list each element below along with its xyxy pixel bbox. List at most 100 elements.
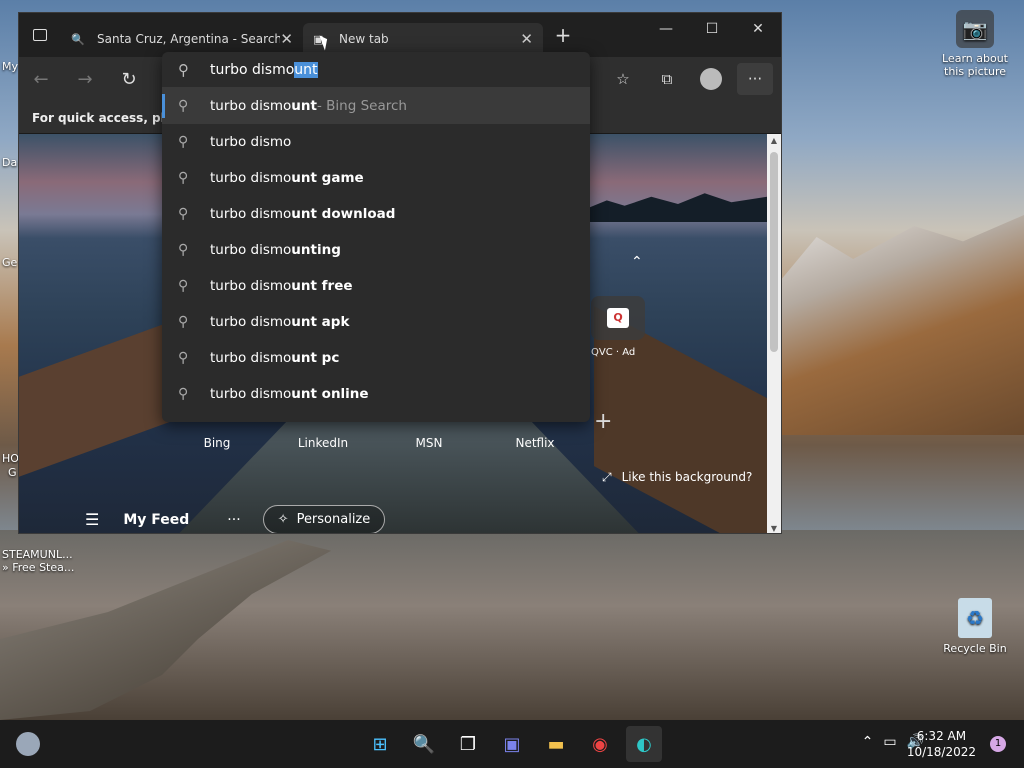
- search-icon: ⚲: [178, 350, 189, 366]
- refresh-icon[interactable]: ↻: [107, 69, 151, 90]
- search-icon: ⚲: [178, 314, 189, 330]
- search-taskbar-icon[interactable]: 🔍: [406, 726, 442, 762]
- weather-widget-icon[interactable]: [16, 732, 40, 756]
- personalize-sparkle-icon: ✧: [277, 512, 289, 527]
- add-quicklink-icon[interactable]: +: [594, 409, 612, 434]
- collapse-chevron-up-icon[interactable]: ⌃: [631, 254, 643, 270]
- steam-label-line2: » Free Stea...: [2, 561, 75, 574]
- suggestion-source: - Bing Search: [316, 98, 407, 114]
- search-icon: ⚲: [178, 170, 189, 186]
- desktop-icon-label-ge[interactable]: Ge: [2, 256, 17, 269]
- avatar-icon: [700, 68, 722, 90]
- network-icon[interactable]: ▭: [883, 734, 896, 750]
- quicklink-msn[interactable]: MSN: [376, 436, 482, 450]
- favorites-star-icon[interactable]: ☆: [605, 63, 641, 95]
- suggestion-text-plain: turbo dismo: [210, 278, 292, 294]
- wallpaper-mountain: [780, 215, 1024, 435]
- suggestion-text-bold: unt game: [291, 170, 364, 186]
- suggestion-text-plain: turbo dismo: [210, 314, 292, 330]
- page-scrollbar[interactable]: ▲ ▼: [767, 134, 781, 533]
- recycle-bin-desktop-icon[interactable]: ♻ Recycle Bin: [942, 598, 1008, 655]
- suggestion-text-bold: unt apk: [291, 314, 350, 330]
- tab-actions-button[interactable]: [19, 13, 61, 57]
- recycle-bin-label: Recycle Bin: [943, 642, 1007, 655]
- quick-links: Bing LinkedIn MSN Netflix: [164, 436, 588, 450]
- desktop-icon-label-g[interactable]: G: [8, 466, 17, 479]
- quicklink-netflix[interactable]: Netflix: [482, 436, 588, 450]
- suggestion-text-bold: unt free: [291, 278, 353, 294]
- tab-santa-cruz-search[interactable]: 🔍 Santa Cruz, Argentina - Search ✕: [61, 23, 303, 55]
- start-windows-icon[interactable]: ⊞: [362, 726, 398, 762]
- suggestion-item[interactable]: ⚲ turbo dismo: [162, 124, 590, 160]
- address-typed-text: turbo dismo: [210, 61, 295, 78]
- collections-icon[interactable]: ⧉: [649, 63, 685, 95]
- window-controls: — ☐ ✕: [643, 13, 781, 45]
- like-background-link[interactable]: ⤢ Like this background?: [602, 470, 752, 485]
- suggestion-item[interactable]: ⚲ turbo dismo unt apk: [162, 304, 590, 340]
- suggestion-item[interactable]: ⚲ turbo dismo unt game: [162, 160, 590, 196]
- toolbar-right-buttons: ☆ ⧉ ···: [605, 63, 773, 95]
- steam-desktop-icon[interactable]: STEAMUNL... » Free Stea...: [2, 548, 76, 574]
- task-view-icon[interactable]: ❐: [450, 726, 486, 762]
- feed-bar: ☰ My Feed ··· ✧ Personalize: [19, 504, 767, 533]
- address-autocomplete-selection: unt: [294, 61, 318, 78]
- settings-more-icon[interactable]: ···: [737, 63, 773, 95]
- scroll-up-arrow-icon[interactable]: ▲: [767, 136, 781, 145]
- suggestion-item[interactable]: ⚲ turbo dismo unt online: [162, 376, 590, 412]
- chevron-up-icon[interactable]: ⌃: [862, 734, 874, 750]
- expand-arrows-icon: ⤢: [602, 470, 612, 484]
- desktop-icon-label-ho[interactable]: HO: [2, 452, 19, 465]
- hamburger-menu-icon[interactable]: ☰: [85, 510, 99, 529]
- desktop-icon-label-my[interactable]: My: [2, 60, 18, 73]
- file-explorer-icon[interactable]: ▬: [538, 726, 574, 762]
- suggestion-item[interactable]: ⚲ turbo dismo unt pc: [162, 340, 590, 376]
- tab-strip: 🔍 Santa Cruz, Argentina - Search ✕ ▣ New…: [19, 13, 781, 57]
- my-feed-tab[interactable]: My Feed: [123, 512, 189, 528]
- scroll-down-arrow-icon[interactable]: ▼: [767, 524, 781, 533]
- forward-arrow-icon[interactable]: →: [63, 69, 107, 90]
- learn-about-picture-icon-group[interactable]: 📷 Learn about this picture: [938, 10, 1012, 78]
- suggestion-text-plain: turbo dismo: [210, 386, 292, 402]
- back-arrow-icon[interactable]: ←: [19, 69, 63, 90]
- feed-more-icon[interactable]: ···: [227, 512, 240, 528]
- suggestion-list: ⚲ turbo dismo unt - Bing Search ⚲ turbo dism…: [162, 88, 590, 412]
- suggestion-item[interactable]: ⚲ turbo dismo unting: [162, 232, 590, 268]
- chat-teams-icon[interactable]: ▣: [494, 726, 530, 762]
- new-tab-button[interactable]: +: [543, 23, 583, 47]
- suggestion-item[interactable]: ⚲ turbo dismo unt - Bing Search: [162, 88, 590, 124]
- close-window-icon[interactable]: ✕: [735, 13, 781, 45]
- suggestion-item[interactable]: ⚲ turbo dismo unt free: [162, 268, 590, 304]
- quicklink-bing[interactable]: Bing: [164, 436, 270, 450]
- address-bar-input[interactable]: ⚲ turbo dismo unt: [162, 52, 590, 88]
- close-tab-icon[interactable]: ✕: [280, 30, 293, 48]
- suggestion-text-bold: unt: [291, 98, 317, 114]
- steam-label-line1: STEAMUNL...: [2, 548, 73, 561]
- personalize-button[interactable]: ✧ Personalize: [262, 505, 386, 533]
- qvc-ad-label: QVC · Ad: [591, 347, 636, 358]
- clock[interactable]: 6:32 AM 10/18/2022: [907, 728, 976, 760]
- quicklink-linkedin[interactable]: LinkedIn: [270, 436, 376, 450]
- chrome-icon[interactable]: ◉: [582, 726, 618, 762]
- suggestion-item[interactable]: ⚲ turbo dismo unt download: [162, 196, 590, 232]
- suggestion-text-plain: turbo dismo: [210, 206, 292, 222]
- camera-icon: 📷: [956, 10, 994, 48]
- suggestion-text-bold: unting: [291, 242, 341, 258]
- suggestion-text-plain: turbo dismo: [210, 134, 292, 150]
- suggestion-text-bold: unt pc: [291, 350, 340, 366]
- suggestion-text-bold: unt download: [291, 206, 396, 222]
- taskbar: ⊞ 🔍 ❐ ▣ ▬ ◉ ◐ ⌃ ▭ 🔊 6:32 AM 10/18/2022 1: [0, 720, 1024, 768]
- desktop-icon-label-da[interactable]: Da: [2, 156, 17, 169]
- qvc-quicklink-tile[interactable]: Q: [591, 296, 645, 340]
- search-icon: ⚲: [178, 60, 189, 79]
- edge-taskbar-icon[interactable]: ◐: [626, 726, 662, 762]
- search-icon: ⚲: [178, 134, 189, 150]
- search-icon: ⚲: [178, 242, 189, 258]
- profile-avatar[interactable]: [693, 63, 729, 95]
- tab-new-tab[interactable]: ▣ New tab ✕: [303, 23, 543, 55]
- minimize-icon[interactable]: —: [643, 13, 689, 45]
- close-tab-icon[interactable]: ✕: [520, 30, 533, 48]
- scrollbar-thumb[interactable]: [770, 152, 778, 352]
- notification-badge[interactable]: 1: [990, 736, 1006, 752]
- maximize-icon[interactable]: ☐: [689, 13, 735, 45]
- like-background-label: Like this background?: [621, 470, 753, 484]
